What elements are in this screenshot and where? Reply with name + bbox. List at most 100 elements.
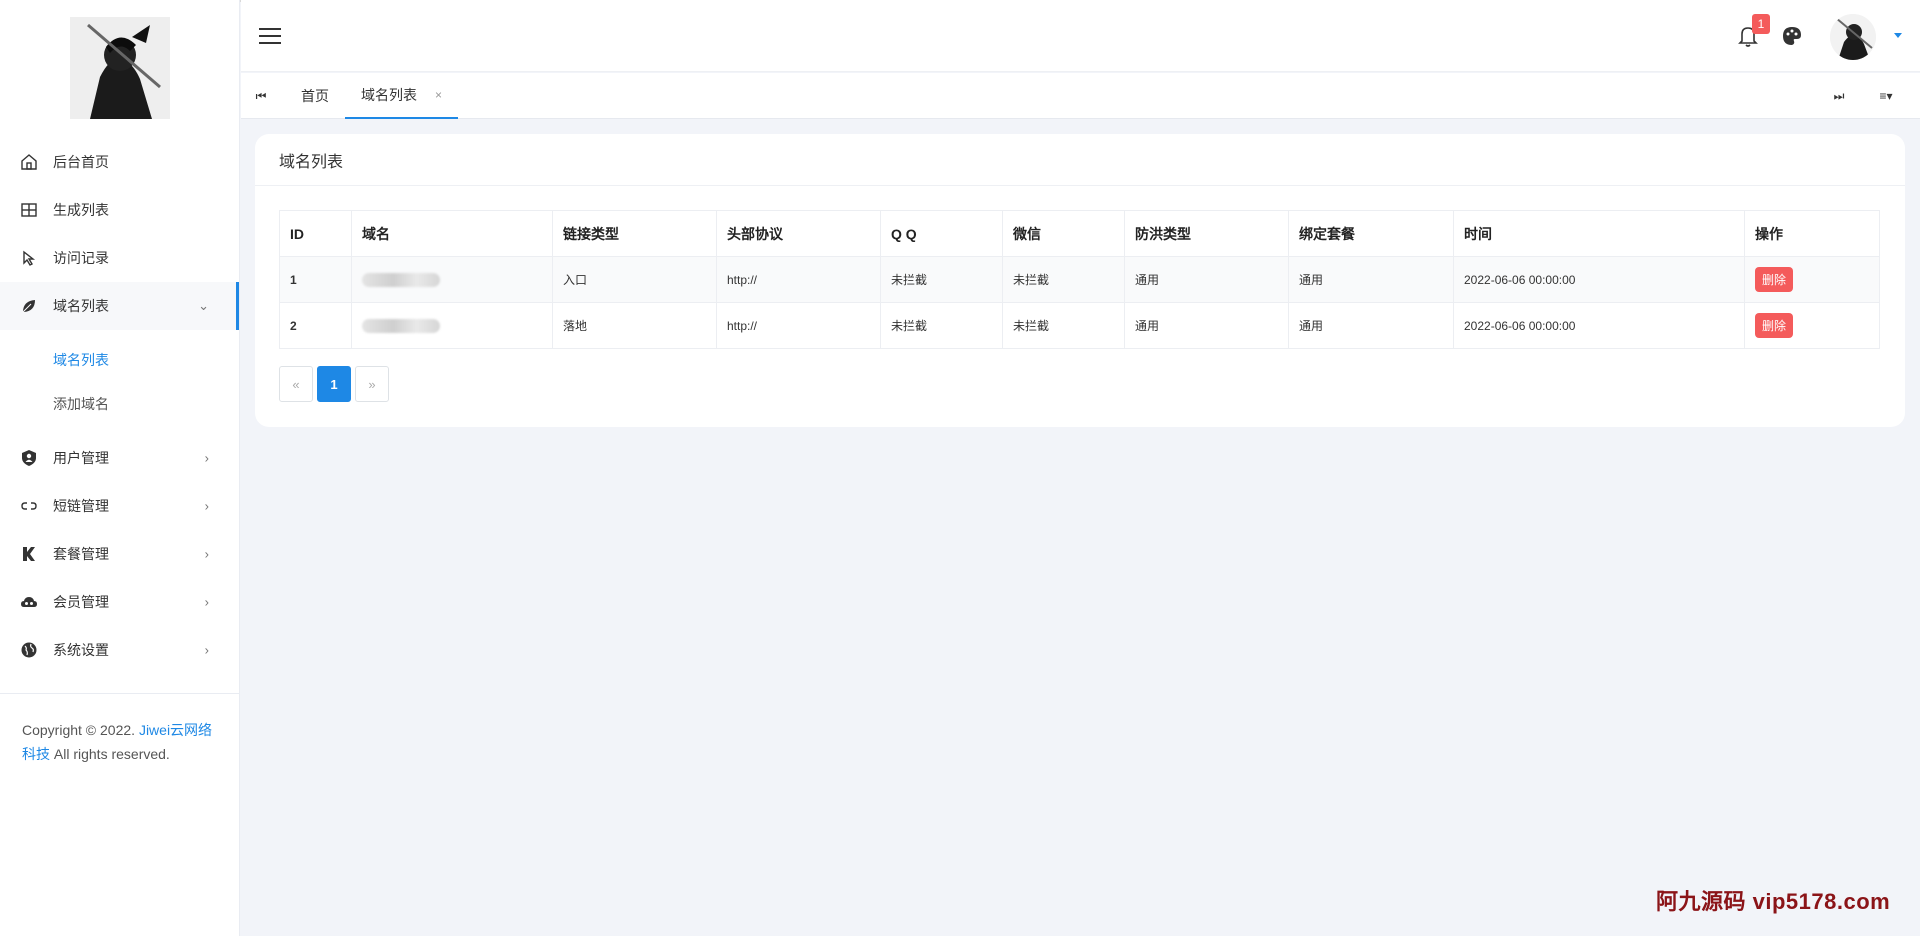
sidebar-item-package-management[interactable]: 套餐管理 ›	[0, 530, 239, 578]
cell-flood-type: 通用	[1124, 256, 1289, 303]
chevron-right-icon: ›	[204, 642, 209, 658]
table-icon	[20, 201, 38, 219]
tab-home[interactable]: 首页	[283, 73, 347, 119]
sidebar-item-dashboard[interactable]: 后台首页	[0, 138, 239, 186]
sidebar-subitem-domain-list[interactable]: 域名列表	[0, 338, 239, 382]
pagination-page-button[interactable]: 1	[317, 366, 351, 402]
column-header: ID	[279, 210, 352, 257]
sidebar-item-label: 域名列表	[53, 298, 109, 314]
cursor-arrow-icon	[20, 249, 38, 267]
globe-icon	[20, 641, 38, 659]
home-icon	[20, 153, 38, 171]
cell-flood-type: 通用	[1124, 302, 1289, 349]
page-title: 域名列表	[255, 134, 1905, 186]
pagination-next-button[interactable]: »	[355, 366, 389, 402]
sidebar-item-label: 用户管理	[53, 450, 109, 466]
chevron-right-icon: ›	[204, 546, 209, 562]
column-header: 时间	[1453, 210, 1745, 257]
cell-id: 2	[279, 302, 352, 349]
cell-link-type: 入口	[552, 256, 717, 303]
palette-icon[interactable]	[1781, 25, 1803, 47]
pagination-prev-button[interactable]: «	[279, 366, 313, 402]
table-row: 2 落地 http:// 未拦截 未拦截 通用 通用 2022-06-06 00…	[279, 302, 1880, 349]
avatar[interactable]	[1830, 14, 1876, 60]
tab-label: 域名列表	[361, 87, 417, 103]
column-header: 域名	[351, 210, 553, 257]
cell-protocol: http://	[716, 256, 881, 303]
tab-options-menu-icon[interactable]: ≡▾	[1871, 73, 1901, 119]
sidebar-item-member-management[interactable]: 会员管理 ›	[0, 578, 239, 626]
sidebar-item-label: 生成列表	[53, 202, 109, 218]
cell-protocol: http://	[716, 302, 881, 349]
shield-user-icon	[20, 449, 38, 467]
chevron-right-icon: ›	[204, 450, 209, 466]
tab-scroll-right-icon[interactable]: ⏭	[1829, 73, 1849, 119]
link-icon	[20, 497, 38, 515]
k-letter-icon	[20, 545, 38, 563]
domain-table: ID 域名 链接类型 头部协议 Q Q 微信 防洪类型 绑定套餐 时间 操作 1…	[279, 210, 1880, 349]
watermark-text: 阿九源码 vip5178.com	[1656, 889, 1891, 914]
sidebar-item-domain-list[interactable]: 域名列表 ⌄	[0, 282, 239, 330]
sidebar: 后台首页 生成列表 访问记录 域名列表 ⌄ 域名列表 添加域名 用户管理 › 短…	[0, 0, 240, 936]
sidebar-footer: Copyright © 2022. Jiwei云网络科技 All rights …	[0, 693, 240, 790]
chevron-down-icon[interactable]	[1894, 33, 1902, 38]
column-header: 头部协议	[716, 210, 881, 257]
sidebar-item-user-management[interactable]: 用户管理 ›	[0, 434, 239, 482]
cell-link-type: 落地	[552, 302, 717, 349]
cell-domain	[351, 256, 553, 303]
domain-list-card: 域名列表 ID 域名 链接类型 头部协议 Q Q 微信 防洪类型 绑定套餐 时间…	[255, 134, 1905, 427]
delete-button[interactable]: 删除	[1755, 313, 1794, 338]
delete-button[interactable]: 删除	[1755, 267, 1794, 292]
cell-package: 通用	[1288, 302, 1454, 349]
cell-action: 删除	[1744, 302, 1880, 349]
sidebar-item-label: 后台首页	[53, 154, 109, 170]
column-header: 绑定套餐	[1288, 210, 1454, 257]
cell-wechat-status: 未拦截	[1002, 256, 1125, 303]
tab-domain-list[interactable]: 域名列表 ×	[345, 73, 459, 119]
top-header: 1	[241, 0, 1920, 72]
pagination: « 1 »	[279, 366, 393, 402]
cell-domain	[351, 302, 553, 349]
sidebar-nav: 后台首页 生成列表 访问记录 域名列表 ⌄ 域名列表 添加域名 用户管理 › 短…	[0, 138, 239, 674]
close-icon[interactable]: ×	[435, 88, 442, 102]
sidebar-item-label: 短链管理	[53, 498, 109, 514]
tab-scroll-left-icon[interactable]: ⏮	[251, 73, 271, 119]
cell-time: 2022-06-06 00:00:00	[1453, 302, 1745, 349]
column-header: 链接类型	[552, 210, 717, 257]
tab-bar: ⏮ 首页 域名列表 × ⏭ ≡▾	[241, 73, 1920, 119]
copyright-text: Copyright © 2022.	[22, 722, 136, 738]
sidebar-item-generate-list[interactable]: 生成列表	[0, 186, 239, 234]
logo	[70, 17, 170, 119]
cell-time: 2022-06-06 00:00:00	[1453, 256, 1745, 303]
cell-qq-status: 未拦截	[880, 256, 1003, 303]
cell-wechat-status: 未拦截	[1002, 302, 1125, 349]
table-header-row: ID 域名 链接类型 头部协议 Q Q 微信 防洪类型 绑定套餐 时间 操作	[279, 210, 1880, 257]
chevron-right-icon: ›	[204, 498, 209, 514]
chevron-down-icon: ⌄	[198, 298, 209, 313]
menu-toggle-icon[interactable]	[259, 28, 281, 44]
chevron-right-icon: ›	[204, 594, 209, 610]
rights-text: All rights reserved.	[53, 746, 170, 762]
sidebar-item-label: 会员管理	[53, 594, 109, 610]
cell-id: 1	[279, 256, 352, 303]
cell-package: 通用	[1288, 256, 1454, 303]
column-header: Q Q	[880, 210, 1003, 257]
sidebar-submenu: 域名列表 添加域名	[0, 330, 239, 434]
logo-container	[0, 0, 240, 120]
column-header: 操作	[1744, 210, 1880, 257]
leaf-icon	[20, 297, 38, 315]
sidebar-item-label: 套餐管理	[53, 546, 109, 562]
column-header: 防洪类型	[1124, 210, 1289, 257]
sidebar-item-label: 系统设置	[53, 642, 109, 658]
redacted-domain	[362, 272, 440, 287]
sidebar-item-label: 访问记录	[53, 250, 109, 266]
notification-badge: 1	[1752, 14, 1770, 34]
table-row: 1 入口 http:// 未拦截 未拦截 通用 通用 2022-06-06 00…	[279, 256, 1880, 303]
sidebar-item-system-settings[interactable]: 系统设置 ›	[0, 626, 239, 674]
sidebar-subitem-add-domain[interactable]: 添加域名	[0, 382, 239, 426]
column-header: 微信	[1002, 210, 1125, 257]
sidebar-item-short-link-management[interactable]: 短链管理 ›	[0, 482, 239, 530]
cloud-icon	[20, 593, 38, 611]
sidebar-item-visit-log[interactable]: 访问记录	[0, 234, 239, 282]
redacted-domain	[362, 318, 440, 333]
